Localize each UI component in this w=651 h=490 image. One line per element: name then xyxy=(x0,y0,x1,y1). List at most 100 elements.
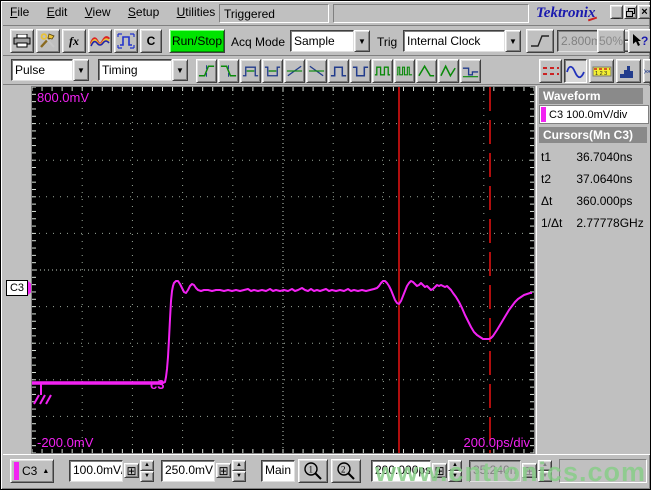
status-box-empty xyxy=(333,4,529,23)
horizontal-position-field: 35.240n xyxy=(469,460,521,482)
negative-pulse-icon xyxy=(352,66,369,77)
clear-data-button[interactable]: C xyxy=(140,29,162,53)
measure-class-select[interactable]: Timing ▼ xyxy=(98,59,188,81)
channel-select-button[interactable]: C3 ▲ xyxy=(10,459,54,483)
display-area: C3 c3 800.0mV -200.0mV 200.0ps/div Wavef… xyxy=(3,86,650,454)
printer-icon xyxy=(13,34,31,48)
keypad-icon[interactable]: ⊞ xyxy=(124,463,139,478)
magnifier-1-icon: 1 xyxy=(304,462,322,480)
channel-marker-c3[interactable]: C3 xyxy=(6,280,28,296)
vertical-offset-spinner[interactable]: ▲ ▼ xyxy=(232,460,246,482)
tektronix-logo: Tektronix xyxy=(536,5,598,22)
minimize-button[interactable]: _ xyxy=(610,5,623,20)
measure-neg-cross-button[interactable] xyxy=(306,59,327,83)
measure-period-button[interactable] xyxy=(372,59,393,83)
menu-utilities[interactable]: Utilities xyxy=(170,2,223,22)
amplitude-icon xyxy=(440,64,456,78)
readout-row-t2: t2 37.0640ns xyxy=(541,172,633,186)
horizontal-scale-spinner[interactable]: ▲ ▼ xyxy=(448,460,462,482)
positive-crossing-icon xyxy=(286,65,303,77)
fall-time-icon xyxy=(220,65,237,77)
magnifier-1-button[interactable]: 1 xyxy=(298,459,328,483)
readout-panel: Waveform C3 100.0mV/div Cursors(Mn C3) t… xyxy=(536,86,650,454)
math-fx-button[interactable]: fx xyxy=(62,29,86,53)
restore-button[interactable] xyxy=(624,5,637,19)
measure-neg-pulse-button[interactable] xyxy=(350,59,371,83)
keypad-icon[interactable]: ⊞ xyxy=(522,463,537,478)
keypad-icon[interactable]: ⊞ xyxy=(432,463,447,478)
measure-pos-pulse-button[interactable] xyxy=(328,59,349,83)
acq-mode-select[interactable]: Sample ▼ xyxy=(290,30,370,52)
toolbar-main: fx C Run/Stop Acq Mode Sample ▼ Trig Int… xyxy=(3,27,650,56)
menu-view[interactable]: View xyxy=(78,2,118,22)
svg-text:1 2 3: 1 2 3 xyxy=(595,71,607,77)
waveform-database-button[interactable] xyxy=(88,29,112,53)
measure-burst-button[interactable] xyxy=(394,59,415,83)
waveform-display-button[interactable] xyxy=(564,59,587,83)
autoset-button[interactable] xyxy=(114,29,138,53)
chevron-down-icon[interactable]: ▼ xyxy=(505,30,521,52)
svg-text:?: ? xyxy=(641,34,648,48)
measure-rise-time-button[interactable] xyxy=(196,59,217,83)
eye-diagram-display-button[interactable] xyxy=(643,59,650,83)
keypad-icon[interactable]: ⊞ xyxy=(216,463,231,478)
trig-label: Trig xyxy=(377,35,398,49)
measurements-display-button[interactable]: 1 2 3 xyxy=(589,59,614,83)
channel-scale-row[interactable]: C3 100.0mV/div xyxy=(539,105,649,124)
measure-category-select[interactable]: Pulse ▼ xyxy=(11,59,89,81)
timebase-scale-label: 200.0ps/div xyxy=(464,435,531,450)
waveform-plot[interactable]: c3 800.0mV -200.0mV 200.0ps/div xyxy=(31,86,535,454)
readout-row-t1: t1 36.7040ns xyxy=(541,150,633,164)
measure-neg-width-button[interactable] xyxy=(262,59,283,83)
close-button[interactable]: × xyxy=(638,5,650,19)
rise-time-icon xyxy=(198,65,215,77)
grid xyxy=(32,87,534,453)
peak-icon xyxy=(418,64,435,77)
measure-settling-button[interactable] xyxy=(460,59,481,83)
set-50-percent-button[interactable]: 50% xyxy=(597,29,625,53)
clear-icon: C xyxy=(146,34,156,48)
menu-setup[interactable]: Setup xyxy=(121,2,166,22)
cursors-display-button[interactable] xyxy=(539,59,562,83)
measure-display-icon: 1 2 3 xyxy=(592,66,611,77)
menu-file[interactable]: File xyxy=(3,2,36,22)
vertical-scale-spinner[interactable]: ▲ ▼ xyxy=(140,460,154,482)
cursor-readouts: t1 36.7040ns t2 37.0640ns Δt 360.000ps 1… xyxy=(541,146,649,234)
measure-pos-width-button[interactable] xyxy=(240,59,261,83)
trigger-slope-icon xyxy=(531,35,549,47)
help-pointer-icon: ? xyxy=(633,34,648,48)
period-icon xyxy=(374,66,391,76)
settling-icon xyxy=(462,67,479,78)
run-stop-button[interactable]: Run/Stop xyxy=(169,29,225,53)
timebase-main-field: Main xyxy=(261,460,295,482)
measure-category-value: Pulse xyxy=(11,59,73,81)
readout-row-1dt: 1/Δt 2.77778GHz xyxy=(541,216,644,230)
menu-edit[interactable]: Edit xyxy=(40,2,75,22)
left-channel-strip: C3 xyxy=(3,86,36,454)
measure-fall-time-button[interactable] xyxy=(218,59,239,83)
print-button[interactable] xyxy=(10,29,34,53)
measure-amplitude-button[interactable] xyxy=(438,59,459,83)
setup-tools-button[interactable] xyxy=(36,29,60,53)
chevron-down-icon[interactable]: ▼ xyxy=(172,59,188,81)
chevron-down-icon[interactable]: ▼ xyxy=(354,30,370,52)
chevron-down-icon[interactable]: ▼ xyxy=(73,59,89,81)
trace-label: c3 xyxy=(150,377,164,392)
histogram-display-button[interactable] xyxy=(616,59,641,83)
negative-width-icon xyxy=(264,66,281,77)
context-help-button[interactable]: ? xyxy=(628,29,650,53)
vertical-offset-field[interactable]: 250.0mV xyxy=(161,460,215,482)
magnifier-2-button[interactable]: 2 xyxy=(331,459,361,483)
horizontal-scale-field[interactable]: 200.000ps xyxy=(371,460,431,482)
horizontal-position-spinner: ▲ ▼ xyxy=(538,460,552,482)
bottom-scale-label: -200.0mV xyxy=(37,435,94,450)
ground-symbol xyxy=(33,384,52,405)
measure-pos-cross-button[interactable] xyxy=(284,59,305,83)
vertical-scale-field[interactable]: 100.0mV/ xyxy=(69,460,123,482)
magnifier-2-icon: 2 xyxy=(337,462,355,480)
bottom-control-bar: C3 ▲ 100.0mV/ ⊞ ▲▼ 250.0mV ⊞ ▲▼ Main 1 xyxy=(3,454,650,489)
trigger-slope-button[interactable] xyxy=(526,29,554,53)
status-panel-empty xyxy=(559,459,647,483)
measure-peak-button[interactable] xyxy=(416,59,437,83)
trig-source-select[interactable]: Internal Clock ▼ xyxy=(403,30,521,52)
